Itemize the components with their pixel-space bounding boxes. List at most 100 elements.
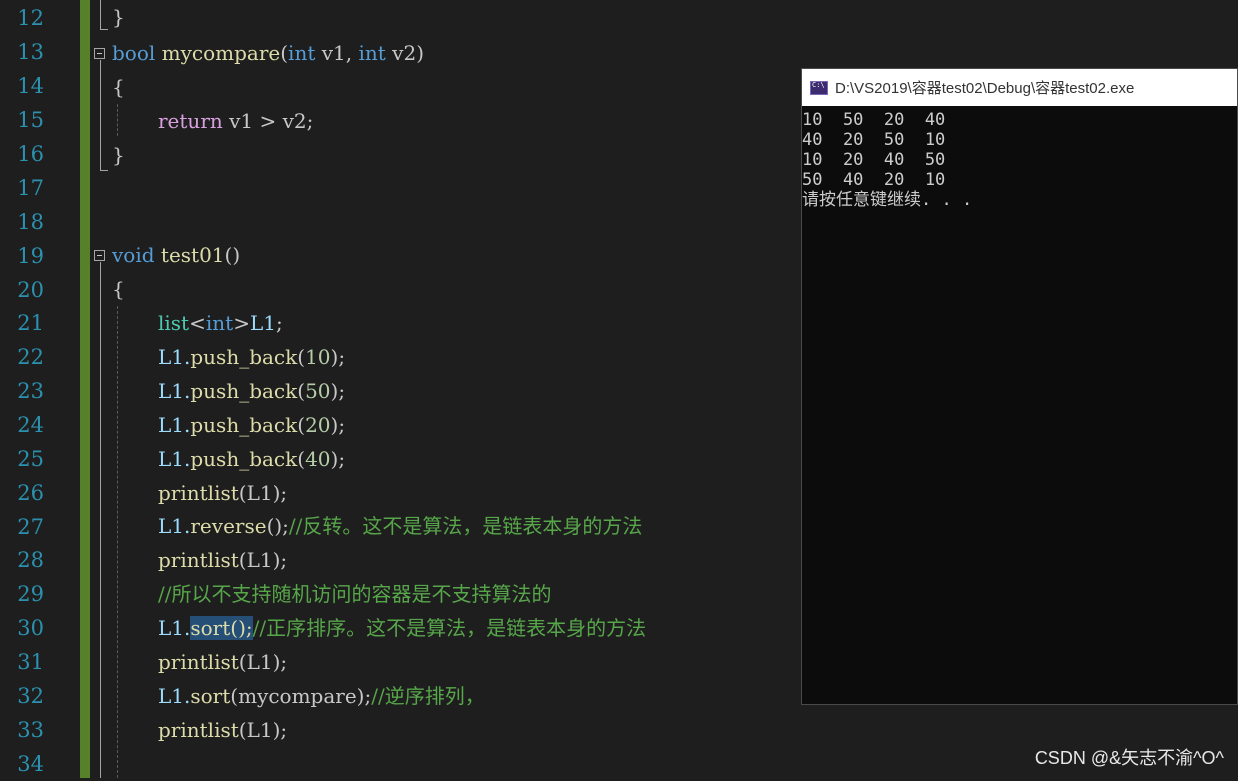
opening-brace: { (112, 277, 125, 301)
code-line-30[interactable]: L1.sort();//正序排序。这不是算法，是链表本身的方法 (158, 611, 646, 645)
code-line-22[interactable]: L1.push_back(10); (158, 340, 345, 374)
method-push-back: push_back (190, 447, 298, 471)
closing-brace: } (112, 5, 125, 29)
line-number: 22 (17, 345, 44, 369)
object-L1: L1. (158, 616, 191, 640)
line-number: 33 (17, 718, 44, 742)
comment: //正序排序。这不是算法，是链表本身的方法 (252, 616, 647, 640)
line-number: 28 (17, 548, 44, 572)
comment: //逆序排列， (371, 684, 485, 708)
line-number: 15 (17, 108, 44, 132)
paren: ); (330, 413, 346, 437)
function-printlist: printlist (158, 650, 239, 674)
code-line-25[interactable]: L1.push_back(40); (158, 442, 345, 476)
paren: ( (297, 413, 306, 437)
keyword-int: int (205, 311, 234, 335)
object-L1: L1. (158, 345, 191, 369)
angle-bracket: < (189, 311, 206, 335)
line-number: 19 (17, 244, 44, 268)
paren: ( (297, 379, 306, 403)
selected-text-sort[interactable]: sort(); (190, 616, 253, 640)
object-L1: L1. (158, 413, 191, 437)
indent-guide (117, 104, 118, 136)
fold-guide-line (100, 60, 101, 171)
keyword-return: return (158, 109, 223, 133)
opening-brace: { (112, 75, 125, 99)
code-line-23[interactable]: L1.push_back(50); (158, 374, 345, 408)
code-line-21[interactable]: list<int>L1; (158, 306, 283, 340)
call-args: (L1); (238, 650, 288, 674)
paren: ( (280, 41, 289, 65)
call-args: (L1); (238, 718, 288, 742)
line-number: 32 (17, 684, 44, 708)
change-indicator-bar (80, 0, 90, 778)
closing-brace: } (112, 143, 125, 167)
line-number: 14 (17, 74, 44, 98)
console-title-bar[interactable]: D:\VS2019\容器test02\Debug\容器test02.exe (802, 69, 1237, 106)
code-line-31[interactable]: printlist(L1); (158, 645, 287, 679)
function-name-mycompare: mycompare (161, 41, 281, 65)
line-number: 26 (17, 481, 44, 505)
keyword-void: void (112, 243, 155, 267)
comment: //所以不支持随机访问的容器是不支持算法的 (158, 582, 552, 606)
angle-bracket: > (233, 311, 250, 335)
line-number: 23 (17, 379, 44, 403)
call-args: (L1); (238, 548, 288, 572)
line-number: 12 (17, 6, 44, 30)
fold-guide-end (100, 170, 108, 171)
code-line-15[interactable]: return v1 > v2; (158, 104, 313, 138)
code-line-14[interactable]: { (112, 70, 125, 104)
code-line-32[interactable]: L1.sort(mycompare);//逆序排列， (158, 679, 485, 713)
function-printlist: printlist (158, 548, 239, 572)
line-number: 27 (17, 515, 44, 539)
line-number: 16 (17, 142, 44, 166)
number-literal: 50 (305, 379, 331, 403)
console-output-line: 10 50 20 40 (802, 110, 946, 130)
call-parens: (); (266, 514, 289, 538)
code-line-13[interactable]: bool mycompare(int v1, int v2) (112, 36, 424, 70)
code-line-26[interactable]: printlist(L1); (158, 476, 287, 510)
code-line-20[interactable]: { (112, 272, 125, 306)
paren: ); (330, 379, 346, 403)
method-push-back: push_back (190, 379, 298, 403)
variable-L1: L1 (249, 311, 276, 335)
line-number: 30 (17, 616, 44, 640)
line-number: 31 (17, 650, 44, 674)
paren: ); (330, 447, 346, 471)
console-output-line: 50 40 20 10 (802, 170, 946, 190)
console-output-line: 40 20 50 10 (802, 130, 946, 150)
method-push-back: push_back (190, 345, 298, 369)
object-L1: L1. (158, 684, 191, 708)
return-expression: v1 > v2; (222, 109, 314, 133)
code-line-29[interactable]: //所以不支持随机访问的容器是不支持算法的 (158, 577, 551, 611)
function-printlist: printlist (158, 481, 239, 505)
paren: ( (297, 345, 306, 369)
line-number: 21 (17, 311, 44, 335)
line-number: 18 (17, 210, 44, 234)
code-line-19[interactable]: void test01() (112, 238, 240, 272)
code-line-27[interactable]: L1.reverse();//反转。这不是算法，是链表本身的方法 (158, 509, 642, 543)
call-args: (L1); (238, 481, 288, 505)
collapse-mycompare-icon[interactable] (94, 48, 105, 59)
collapse-test01-icon[interactable] (94, 250, 105, 261)
parens: () (224, 243, 241, 267)
code-line-12[interactable]: } (112, 0, 125, 34)
paren: ( (297, 447, 306, 471)
code-line-33[interactable]: printlist(L1); (158, 713, 287, 747)
semicolon: ; (275, 311, 283, 335)
number-literal: 10 (305, 345, 331, 369)
console-prompt-line: 请按任意键继续. . . (802, 190, 973, 210)
param: v2 (385, 41, 417, 65)
code-line-28[interactable]: printlist(L1); (158, 543, 287, 577)
function-printlist: printlist (158, 718, 239, 742)
console-window[interactable]: D:\VS2019\容器test02\Debug\容器test02.exe 10… (801, 68, 1238, 705)
line-number: 24 (17, 413, 44, 437)
fold-guide-line (100, 0, 101, 30)
code-line-24[interactable]: L1.push_back(20); (158, 408, 345, 442)
line-number: 17 (17, 176, 44, 200)
line-number: 34 (17, 752, 44, 776)
indent-guide (117, 306, 118, 778)
number-literal: 40 (305, 447, 331, 471)
code-line-16[interactable]: } (112, 138, 125, 172)
csdn-watermark: CSDN @&矢志不渝^O^ (1034, 748, 1224, 768)
